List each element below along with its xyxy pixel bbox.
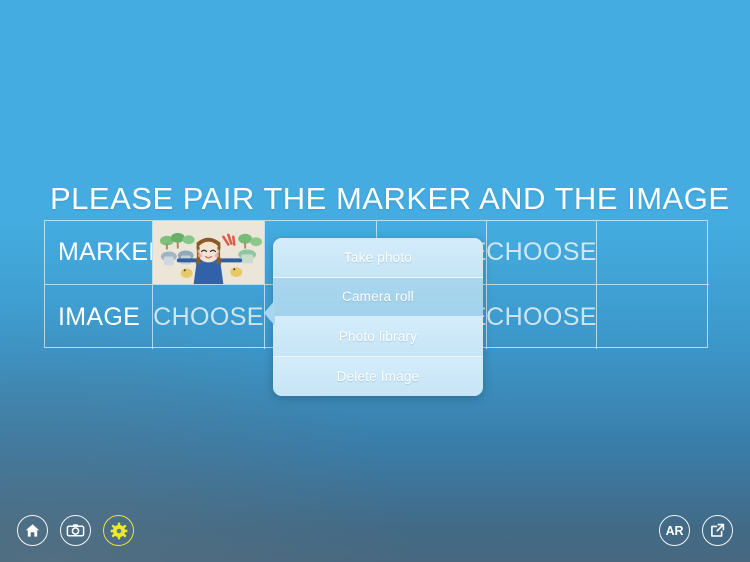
row-label-image-text: IMAGE bbox=[58, 302, 141, 331]
row-label-marker-text: MARKER bbox=[58, 238, 152, 266]
popover-arrow-icon bbox=[263, 300, 275, 326]
home-icon bbox=[24, 522, 41, 539]
ar-button[interactable]: AR bbox=[659, 515, 690, 546]
bottom-toolbar-left bbox=[17, 515, 134, 546]
gear-icon bbox=[110, 522, 128, 540]
image-source-popover: Take photo Camera roll Photo library Del… bbox=[273, 238, 483, 396]
marker-cell-4-label: CHOOSE bbox=[487, 238, 597, 266]
marker-thumbnail-image bbox=[153, 221, 264, 284]
popover-item-photo-library[interactable]: Photo library bbox=[273, 317, 483, 357]
camera-icon bbox=[66, 521, 85, 540]
app-root: PLEASE PAIR THE MARKER AND THE IMAGE MAR… bbox=[0, 0, 750, 562]
home-button[interactable] bbox=[17, 515, 48, 546]
row-label-image: IMAGE bbox=[45, 285, 153, 349]
image-cell-4[interactable]: CHOOSE bbox=[487, 285, 597, 349]
popover-item-take-photo-label: Take photo bbox=[343, 249, 413, 265]
popover-item-take-photo[interactable]: Take photo bbox=[273, 238, 483, 278]
camera-button[interactable] bbox=[60, 515, 91, 546]
image-cell-1-label: CHOOSE bbox=[153, 302, 264, 331]
popover-item-delete-image-label: Delete Image bbox=[336, 368, 420, 384]
popover-item-camera-roll-label: Camera roll bbox=[342, 289, 414, 305]
popover-item-camera-roll[interactable]: Camera roll bbox=[273, 277, 483, 317]
marker-cell-5[interactable] bbox=[597, 221, 709, 285]
row-label-marker: MARKER bbox=[45, 221, 153, 285]
marker-cell-1-thumbnail[interactable] bbox=[153, 221, 265, 285]
ar-icon: AR bbox=[665, 523, 684, 538]
page-title: PLEASE PAIR THE MARKER AND THE IMAGE bbox=[50, 181, 730, 216]
marker-cell-4[interactable]: CHOOSE bbox=[487, 221, 597, 285]
image-cell-5[interactable] bbox=[597, 285, 709, 349]
image-cell-4-label: CHOOSE bbox=[487, 302, 597, 331]
settings-button[interactable] bbox=[103, 515, 134, 546]
share-export-icon bbox=[709, 522, 726, 539]
popover-item-photo-library-label: Photo library bbox=[338, 328, 418, 344]
share-button[interactable] bbox=[702, 515, 733, 546]
popover-item-delete-image[interactable]: Delete Image bbox=[273, 356, 483, 396]
bottom-toolbar-right: AR bbox=[659, 515, 733, 546]
image-cell-1[interactable]: CHOOSE bbox=[153, 285, 265, 349]
